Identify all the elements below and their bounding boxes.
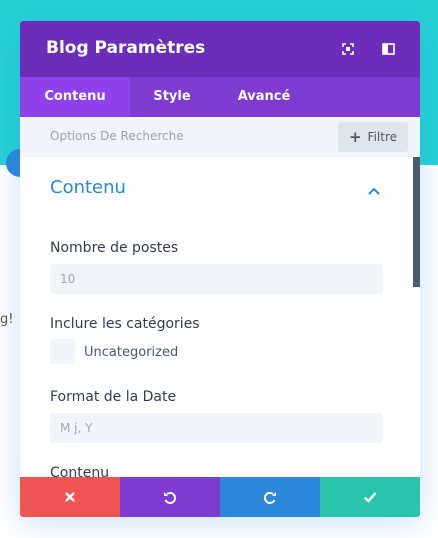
undo-icon — [164, 491, 177, 504]
fullscreen-icon[interactable] — [337, 38, 359, 60]
blog-settings-modal: Blog Paramètres Contenu Style Avancé Opt… — [20, 21, 420, 517]
posts-count-label: Nombre de postes — [50, 240, 179, 256]
close-icon — [65, 492, 75, 502]
options-search-bar: Options De Recherche + Filtre — [20, 117, 420, 157]
modal-footer — [20, 477, 420, 517]
section-title[interactable]: Contenu — [50, 177, 126, 198]
uncategorized-checkbox[interactable] — [50, 339, 75, 364]
date-format-label: Format de la Date — [50, 389, 177, 405]
check-icon — [363, 492, 377, 503]
chevron-up-icon[interactable] — [366, 183, 382, 199]
settings-content: Contenu Nombre de postes 10 Inclure les … — [20, 157, 412, 477]
redo-icon — [263, 491, 276, 504]
filter-label: Filtre — [367, 130, 398, 144]
date-format-input[interactable]: M j, Y — [50, 413, 383, 443]
plus-icon: + — [348, 128, 362, 146]
cancel-button[interactable] — [20, 477, 120, 517]
uncategorized-label: Uncategorized — [84, 345, 179, 360]
split-view-icon[interactable] — [377, 38, 399, 60]
posts-count-input[interactable]: 10 — [50, 264, 383, 294]
tab-style[interactable]: Style — [130, 77, 214, 117]
search-options-input[interactable]: Options De Recherche — [50, 129, 184, 143]
redo-button[interactable] — [220, 477, 320, 517]
save-button[interactable] — [320, 477, 420, 517]
tab-bar: Contenu Style Avancé — [20, 77, 420, 117]
categories-label: Inclure les catégories — [50, 316, 200, 332]
filter-button[interactable]: + Filtre — [338, 122, 408, 152]
scrollbar[interactable] — [413, 157, 420, 287]
modal-header: Blog Paramètres — [20, 21, 420, 77]
background-text: g! — [0, 312, 14, 327]
content-label: Contenu — [50, 465, 110, 477]
modal-title: Blog Paramètres — [46, 38, 206, 58]
undo-button[interactable] — [120, 477, 220, 517]
tab-avance[interactable]: Avancé — [214, 77, 314, 117]
tab-contenu[interactable]: Contenu — [20, 77, 130, 117]
